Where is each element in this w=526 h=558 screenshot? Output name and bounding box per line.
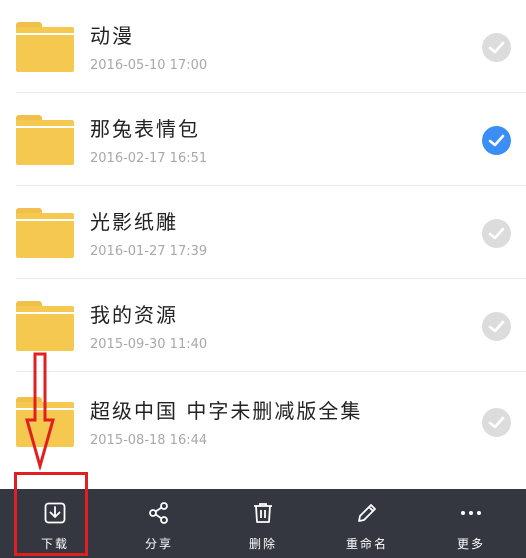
file-name: 我的资源 (90, 303, 178, 327)
file-date: 2016-02-17 16:51 (90, 151, 208, 166)
pencil-icon (358, 504, 376, 522)
more-label: 更多 (456, 537, 485, 551)
more-icon (461, 511, 481, 515)
annotation-arrow (25, 352, 55, 470)
folder-icon (16, 22, 74, 72)
file-row[interactable]: 光影纸雕 2016-01-27 17:39 (0, 186, 526, 279)
file-row[interactable]: 超级中国 中字未删减版全集 2015-08-18 16:44 (0, 375, 526, 468)
delete-label: 删除 (248, 537, 277, 551)
file-name: 动漫 (90, 24, 134, 48)
trash-icon (254, 503, 272, 523)
folder-icon (16, 115, 74, 165)
file-date: 2015-08-18 16:44 (90, 433, 208, 448)
select-checkbox[interactable] (482, 312, 511, 341)
file-row[interactable]: 动漫 2016-05-10 17:00 (0, 0, 526, 93)
select-checkbox[interactable] (482, 219, 511, 248)
delete-button[interactable]: 删除 (223, 489, 303, 558)
file-date: 2015-09-30 11:40 (90, 337, 208, 352)
more-button[interactable]: 更多 (431, 489, 511, 558)
select-checkbox[interactable] (482, 33, 511, 62)
folder-icon (16, 208, 74, 258)
file-date: 2016-01-27 17:39 (90, 244, 208, 259)
file-row[interactable]: 那兔表情包 2016-02-17 16:51 (0, 93, 526, 186)
select-checkbox[interactable] (482, 408, 511, 437)
file-name: 超级中国 中字未删减版全集 (90, 399, 363, 423)
folder-icon (16, 301, 74, 351)
share-label: 分享 (144, 537, 173, 551)
share-icon (149, 502, 168, 524)
share-button[interactable]: 分享 (119, 489, 199, 558)
divider (16, 371, 526, 372)
annotation-highlight-box (14, 472, 88, 556)
rename-button[interactable]: 重命名 (327, 489, 407, 558)
file-name: 光影纸雕 (90, 210, 178, 234)
rename-label: 重命名 (345, 537, 388, 551)
file-date: 2016-05-10 17:00 (90, 58, 208, 73)
file-row[interactable]: 我的资源 2015-09-30 11:40 (0, 279, 526, 372)
select-checkbox-checked[interactable] (482, 126, 511, 155)
file-name: 那兔表情包 (90, 117, 200, 141)
